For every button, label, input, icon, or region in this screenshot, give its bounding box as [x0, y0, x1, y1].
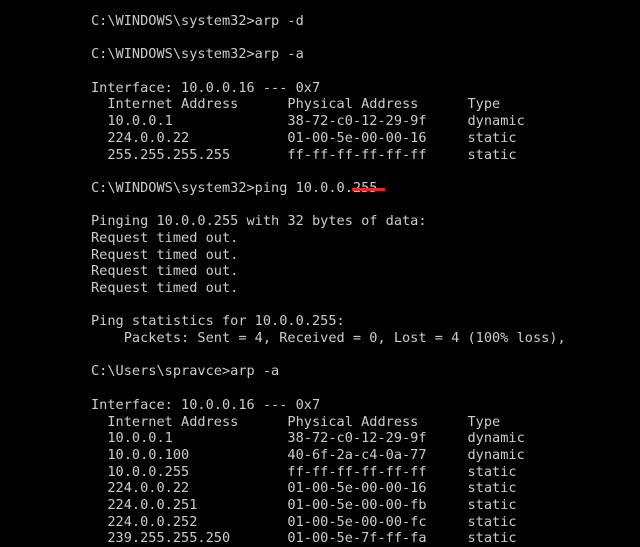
terminal-line: Internet Address Physical Address Type — [91, 96, 501, 113]
red-underline-annotation — [352, 188, 385, 191]
terminal-line: Interface: 10.0.0.16 --- 0x7 — [91, 396, 321, 413]
terminal-line: Interface: 10.0.0.16 --- 0x7 — [91, 79, 321, 96]
terminal-line: C:\WINDOWS\system32>arp -d — [91, 13, 304, 29]
terminal-line: 10.0.0.1 38-72-c0-12-29-9f dynamic — [91, 430, 525, 447]
terminal-line: 224.0.0.252 01-00-5e-00-00-fc static — [91, 513, 517, 530]
terminal-line: 224.0.0.251 01-00-5e-00-00-fb static — [91, 496, 517, 513]
terminal-line: Request timed out. — [91, 263, 239, 280]
terminal-line: Ping statistics for 10.0.0.255: — [91, 313, 345, 330]
terminal-line: Packets: Sent = 4, Received = 0, Lost = … — [91, 330, 566, 347]
terminal-line: Request timed out. — [91, 246, 239, 263]
terminal-line: 255.255.255.255 ff-ff-ff-ff-ff-ff static — [91, 146, 517, 163]
terminal-line: 10.0.0.100 40-6f-2a-c4-0a-77 dynamic — [91, 446, 525, 463]
terminal-line: C:\WINDOWS\system32>arp -a — [91, 46, 304, 63]
terminal-line: Request timed out. — [91, 229, 239, 246]
terminal-line: 224.0.0.22 01-00-5e-00-00-16 static — [91, 480, 517, 497]
terminal-line: 239.255.255.250 01-00-5e-7f-ff-fa static — [91, 530, 517, 547]
terminal-line: C:\Users\spravce>arp -a — [91, 363, 280, 380]
terminal-console[interactable]: C:\WINDOWS\system32>arp -d C:\WINDOWS\sy… — [0, 0, 640, 546]
terminal-line: Pinging 10.0.0.255 with 32 bytes of data… — [91, 213, 427, 230]
terminal-output: C:\WINDOWS\system32>arp -d C:\WINDOWS\sy… — [91, 13, 640, 547]
terminal-line: 224.0.0.22 01-00-5e-00-00-16 static — [91, 129, 517, 146]
terminal-line: 10.0.0.1 38-72-c0-12-29-9f dynamic — [91, 113, 525, 130]
terminal-line: 10.0.0.255 ff-ff-ff-ff-ff-ff static — [91, 463, 517, 480]
terminal-line: Internet Address Physical Address Type — [91, 413, 501, 430]
terminal-line: Request timed out. — [91, 280, 239, 296]
